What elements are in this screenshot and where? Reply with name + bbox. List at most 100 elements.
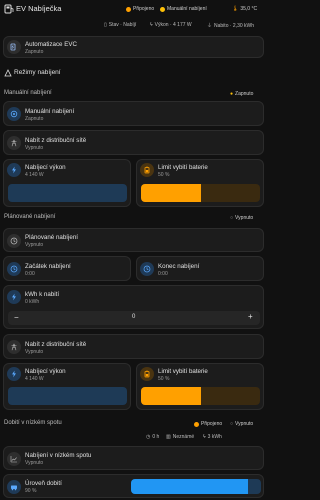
page-title: EV Nabíječka	[16, 4, 62, 13]
status-manual: Manuální nabíjení	[160, 6, 207, 12]
lightning-icon: ϟ	[203, 434, 206, 440]
spot-stat-hours: ◷ 0 h	[146, 434, 160, 440]
planned-power-value: 4 140 W	[25, 376, 44, 382]
hand-icon	[7, 107, 21, 121]
planned-limit-value: 50 %	[158, 376, 170, 382]
connected-dot-icon	[126, 6, 131, 12]
planned-limit-fill	[141, 387, 201, 405]
spot-level-value: 90 %	[25, 488, 37, 494]
transmission-tower-icon	[7, 340, 21, 354]
planned-card-title: Plánované nabíjení	[25, 234, 78, 241]
automation-title: Automatizace EVC	[25, 41, 77, 48]
planned-grid-state: Vypnuto	[25, 349, 44, 355]
modes-heading: Režimy nabíjení	[14, 69, 61, 76]
spot-level-card[interactable]: Úroveň dobití 90 %	[3, 474, 264, 498]
spot-badge-state: ○ Vypnuto	[230, 421, 254, 427]
manual-grid-title: Nabít z distribuční sítě	[25, 137, 87, 144]
stepper-minus-button[interactable]: −	[14, 313, 19, 322]
manual-mode-card[interactable]: Manuální nabíjení Zapnuto	[3, 101, 264, 126]
kwh-stepper[interactable]: − 0 +	[8, 311, 260, 325]
manual-power-value: 4 140 W	[25, 172, 44, 178]
planned-power-title: Nabíjecí výkon	[25, 368, 66, 375]
manual-power-title: Nabíjecí výkon	[25, 164, 66, 171]
planned-power-card[interactable]: Nabíjecí výkon 4 140 W	[3, 363, 131, 410]
planned-end-value: 0:00	[158, 271, 168, 277]
header-icon	[4, 4, 14, 14]
chart-icon: ▥	[166, 434, 171, 440]
battery-icon	[140, 367, 154, 381]
lightning-bolt-icon	[7, 290, 21, 304]
manual-heading: Manuální nabíjení	[4, 90, 52, 96]
planned-heading: Plánované nabíjení	[4, 214, 56, 220]
manual-badge: ● Zapnuto	[230, 91, 254, 97]
manual-grid-state: Vypnuto	[25, 145, 44, 151]
manual-limit-title: Limit vybití baterie	[158, 164, 208, 171]
stepper-plus-button[interactable]: +	[248, 312, 253, 321]
planned-kwh-title: kWh k nabití	[25, 291, 60, 298]
manual-card-state: Zapnuto	[25, 116, 44, 122]
planned-start-card[interactable]: Začátek nabíjení 0:00	[3, 256, 131, 281]
stepper-value: 0	[132, 314, 136, 320]
manual-limit-card[interactable]: Limit vybití baterie 50 %	[136, 159, 264, 207]
planned-power-slider[interactable]	[8, 387, 127, 405]
manual-limit-slider[interactable]	[141, 184, 260, 202]
spot-level-title: Úroveň dobití	[25, 480, 62, 487]
spot-badge-connected: Připojeno	[194, 421, 222, 427]
ev-station-icon	[7, 40, 21, 54]
planned-mode-card[interactable]: Plánované nabíjení Vypnuto	[3, 228, 264, 252]
status-temperature: 🌡 35,0 °C	[232, 6, 258, 12]
manual-limit-value: 50 %	[158, 172, 170, 178]
connected-dot-icon	[194, 421, 199, 427]
spot-stat-unknown: ▥ Neznámé	[166, 434, 195, 440]
manual-power-slider[interactable]	[8, 184, 127, 202]
planned-grid-card[interactable]: Nabít z distribuční sítě Vypnuto	[3, 334, 264, 359]
chart-line-icon	[7, 452, 21, 466]
automation-state: Zapnuto	[25, 49, 44, 55]
stat-charged: ⏚ Nabito · 2,30 kWh	[207, 22, 255, 30]
clock-icon	[7, 234, 21, 248]
battery-charging-icon: ▯	[104, 22, 107, 28]
planned-start-title: Začátek nabíjení	[25, 263, 71, 270]
lightning-icon: ϟ	[150, 22, 153, 28]
planned-start-value: 0:00	[25, 271, 35, 277]
planned-limit-slider[interactable]	[141, 387, 260, 405]
manual-dot-icon	[160, 6, 165, 12]
planned-grid-title: Nabít z distribuční sítě	[25, 341, 87, 348]
spot-stat-kwh: ϟ 3 kWh	[203, 434, 222, 440]
lightning-bolt-icon	[7, 367, 21, 381]
lightning-bolt-icon	[7, 163, 21, 177]
planned-kwh-card[interactable]: kWh k nabití 0 kWh − 0 +	[3, 285, 264, 329]
circle-outline-icon: ○	[230, 421, 234, 427]
planned-card-state: Vypnuto	[25, 242, 44, 248]
spot-heading: Dobití v nízkém spotu	[4, 420, 62, 426]
planned-end-card[interactable]: Konec nabíjení 0:00	[136, 256, 264, 281]
status-connected: Připojeno	[126, 6, 154, 12]
battery-icon	[140, 163, 154, 177]
spot-card-title: Nabíjení v nízkém spotu	[25, 452, 92, 459]
automation-card[interactable]: Automatizace EVC Zapnuto	[3, 36, 264, 58]
manual-power-card[interactable]: Nabíjecí výkon 4 140 W	[3, 159, 131, 207]
modes-icon	[4, 69, 12, 77]
transmission-tower-icon	[7, 136, 21, 150]
planned-limit-card[interactable]: Limit vybití baterie 50 %	[136, 363, 264, 410]
manual-grid-card[interactable]: Nabít z distribuční sítě Vypnuto	[3, 130, 264, 155]
circle-outline-icon: ○	[230, 215, 234, 221]
check-circle-icon: ●	[230, 91, 234, 97]
car-battery-icon	[7, 480, 21, 494]
stat-state: ▯ Stav · Nabíjí	[104, 22, 137, 28]
planned-kwh-value: 0 kWh	[25, 299, 40, 305]
spot-level-slider[interactable]	[131, 479, 261, 494]
manual-card-title: Manuální nabíjení	[25, 108, 75, 115]
spot-level-fill	[131, 479, 248, 494]
manual-limit-fill	[141, 184, 201, 202]
spot-mode-card[interactable]: Nabíjení v nízkém spotu Vypnuto	[3, 446, 264, 470]
clock-icon: ◷	[146, 434, 151, 440]
plug-icon: ⏚	[207, 23, 213, 29]
clock-end-icon	[140, 262, 154, 276]
planned-badge: ○ Vypnuto	[230, 215, 254, 221]
clock-start-icon	[7, 262, 21, 276]
stat-power: ϟ Výkon · 4 177 W	[150, 22, 192, 28]
thermometer-icon: 🌡	[232, 6, 239, 12]
planned-limit-title: Limit vybití baterie	[158, 368, 208, 375]
planned-end-title: Konec nabíjení	[158, 263, 200, 270]
